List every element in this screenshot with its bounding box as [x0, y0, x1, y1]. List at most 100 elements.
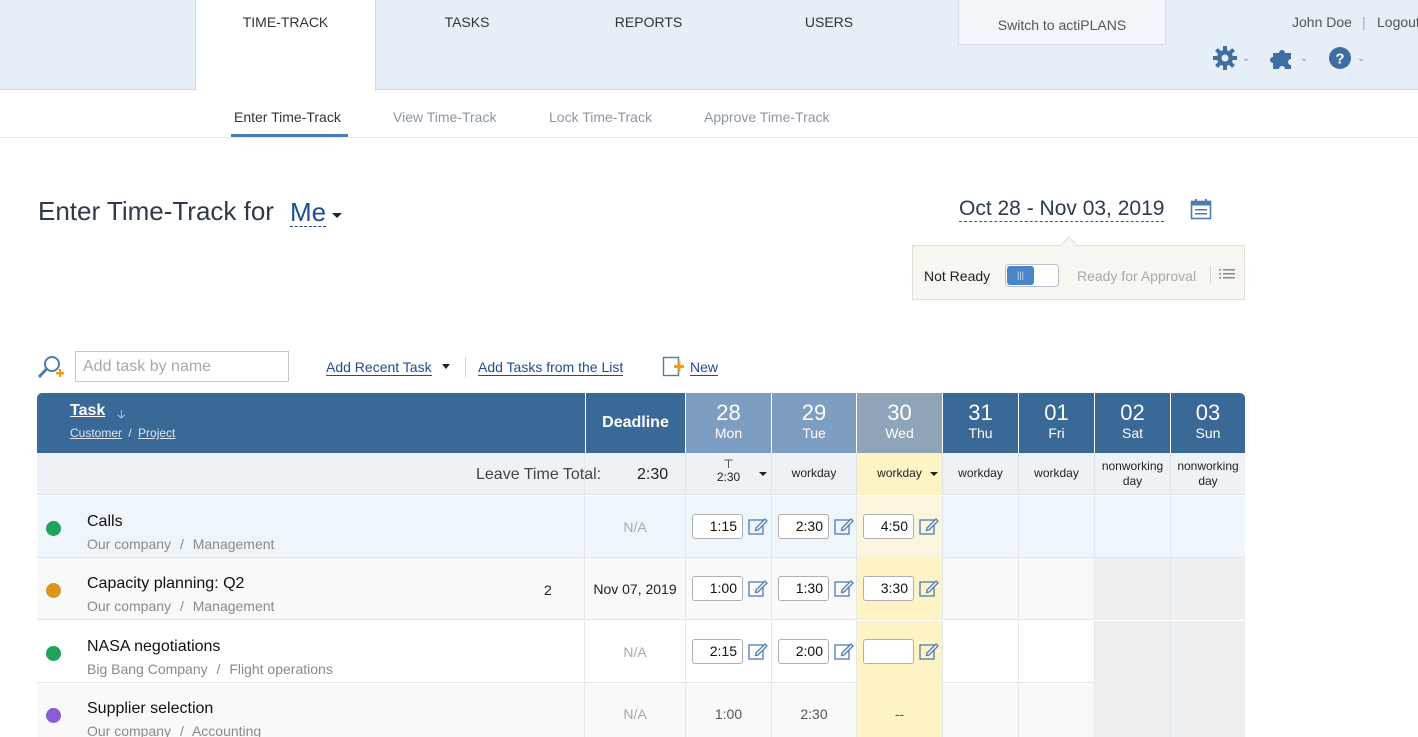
day-name: Mon: [714, 425, 743, 441]
edit-comment-icon[interactable]: [919, 578, 939, 598]
task-name[interactable]: Capacity planning: Q2: [87, 575, 244, 593]
day-header-wed: 30 Wed: [856, 393, 942, 453]
edit-comment-icon[interactable]: [748, 578, 768, 598]
puzzle-icon: [1270, 50, 1291, 69]
add-recent-task-button[interactable]: Add Recent Task: [326, 359, 432, 376]
chevron-down-icon: ⌄: [1300, 52, 1309, 64]
help-icon: ?: [1329, 47, 1351, 69]
switch-to-actiplans-button[interactable]: Switch to actiPLANS: [958, 0, 1166, 45]
help-menu[interactable]: ? ⌄: [1327, 44, 1365, 72]
time-cell-tue: 2:00: [771, 621, 856, 683]
gear-icon: [1213, 46, 1237, 70]
subnav-lock-time-track[interactable]: Lock Time-Track: [549, 109, 652, 125]
approval-toggle[interactable]: |||: [1005, 264, 1059, 287]
time-cell-thu: [942, 683, 1018, 737]
edit-comment-icon[interactable]: [919, 516, 939, 536]
day-number: 28: [716, 400, 741, 425]
user-name[interactable]: John Doe: [1292, 14, 1352, 30]
header-sub-separator: /: [128, 426, 132, 440]
time-cell-sat: [1094, 621, 1170, 683]
time-input[interactable]: 3:30: [863, 576, 914, 601]
calendar-icon[interactable]: [1190, 198, 1212, 220]
day-type-mon[interactable]: ⊤ 2:30: [685, 453, 771, 495]
time-input[interactable]: 2:30: [778, 514, 829, 539]
time-input[interactable]: 2:00: [778, 639, 829, 664]
day-number: 29: [801, 400, 827, 425]
task-name[interactable]: Supplier selection: [87, 700, 213, 718]
date-range-selector[interactable]: Oct 28 - Nov 03, 2019: [959, 197, 1165, 222]
time-cell-sun: [1170, 683, 1245, 737]
time-cell-wed: [856, 621, 942, 683]
day-name: Sat: [1121, 425, 1143, 441]
task-project: Management: [192, 536, 275, 552]
tab-users[interactable]: USERS: [739, 0, 919, 90]
task-name[interactable]: NASA negotiations: [87, 638, 220, 656]
edit-comment-icon[interactable]: [834, 578, 854, 598]
new-task-icon[interactable]: [662, 356, 686, 378]
task-row: Calls Our company / Management N/A 1:15 …: [37, 496, 1245, 558]
day-type-sat: nonworking day: [1094, 453, 1170, 495]
time-cell-wed: --: [856, 683, 942, 737]
edit-comment-icon[interactable]: [748, 641, 768, 661]
time-cell-mon: 2:15: [685, 621, 771, 683]
time-input[interactable]: 2:15: [692, 639, 743, 664]
time-input[interactable]: 1:30: [778, 576, 829, 601]
edit-comment-icon[interactable]: [834, 516, 854, 536]
day-type-thu: workday: [942, 453, 1018, 495]
addons-menu[interactable]: ⌄: [1270, 44, 1308, 72]
user-selector[interactable]: Me: [290, 198, 327, 227]
logout-link[interactable]: Logout: [1377, 14, 1418, 30]
subnav-approve-time-track[interactable]: Approve Time-Track: [704, 109, 830, 125]
day-type-sun: nonworking day: [1170, 453, 1245, 495]
new-task-button[interactable]: New: [690, 359, 719, 376]
time-cell-sun: [1170, 621, 1245, 683]
tab-time-track[interactable]: TIME-TRACK: [195, 0, 376, 91]
time-input[interactable]: [863, 639, 914, 664]
day-type-top: nonworking: [1177, 459, 1239, 473]
task-column-header[interactable]: Task: [70, 402, 105, 420]
subnav-view-time-track[interactable]: View Time-Track: [393, 109, 496, 125]
edit-comment-icon[interactable]: [919, 641, 939, 661]
page-title: Enter Time-Track for: [38, 196, 274, 226]
time-input[interactable]: 1:15: [692, 514, 743, 539]
day-type-top: nonworking: [1101, 459, 1164, 473]
task-row: Supplier selection Our company / Account…: [37, 683, 1245, 737]
caret-down-icon[interactable]: [442, 364, 450, 369]
caret-down-icon[interactable]: [759, 472, 767, 476]
day-type-wed[interactable]: workday: [856, 453, 942, 495]
add-tasks-from-list-button[interactable]: Add Tasks from the List: [478, 359, 624, 376]
tab-reports[interactable]: REPORTS: [558, 0, 739, 90]
time-cell-fri: [1018, 683, 1094, 737]
day-header-tue: 29 Tue: [771, 393, 856, 453]
task-status-dot: [46, 583, 61, 598]
time-cell-fri: [1018, 558, 1094, 620]
customer-column-header[interactable]: Customer: [70, 426, 122, 440]
day-header-mon: 28 Mon: [685, 393, 771, 453]
time-input[interactable]: 4:50: [863, 514, 914, 539]
header-separator: |: [1362, 14, 1366, 30]
day-header-sun: 03 Sun: [1170, 393, 1245, 453]
time-cell-tue: 1:30: [771, 558, 856, 620]
day-type-top: workday: [958, 466, 1003, 480]
caret-down-icon[interactable]: [332, 213, 342, 218]
active-subnav-indicator: [231, 134, 348, 137]
add-task-input[interactable]: [75, 351, 289, 382]
task-sub-separator: /: [179, 536, 184, 552]
subnav-enter-time-track[interactable]: Enter Time-Track: [234, 109, 341, 125]
caret-down-icon[interactable]: [930, 472, 938, 476]
settings-menu[interactable]: ⌄: [1212, 44, 1250, 72]
toggle-knob[interactable]: |||: [1007, 266, 1034, 285]
task-name[interactable]: Calls: [87, 513, 123, 531]
list-icon[interactable]: [1219, 268, 1235, 282]
task-sub-separator: /: [179, 723, 184, 737]
time-input[interactable]: 1:00: [692, 576, 743, 601]
task-status-dot: [46, 521, 61, 536]
project-column-header[interactable]: Project: [138, 426, 175, 440]
time-cell-wed: 3:30: [856, 558, 942, 620]
day-type-top: workday: [1034, 466, 1079, 480]
status-not-ready-label: Not Ready: [924, 268, 991, 284]
sort-arrow-icon[interactable]: 🡣: [117, 405, 126, 426]
tab-tasks[interactable]: TASKS: [376, 0, 558, 90]
edit-comment-icon[interactable]: [834, 641, 854, 661]
edit-comment-icon[interactable]: [748, 516, 768, 536]
